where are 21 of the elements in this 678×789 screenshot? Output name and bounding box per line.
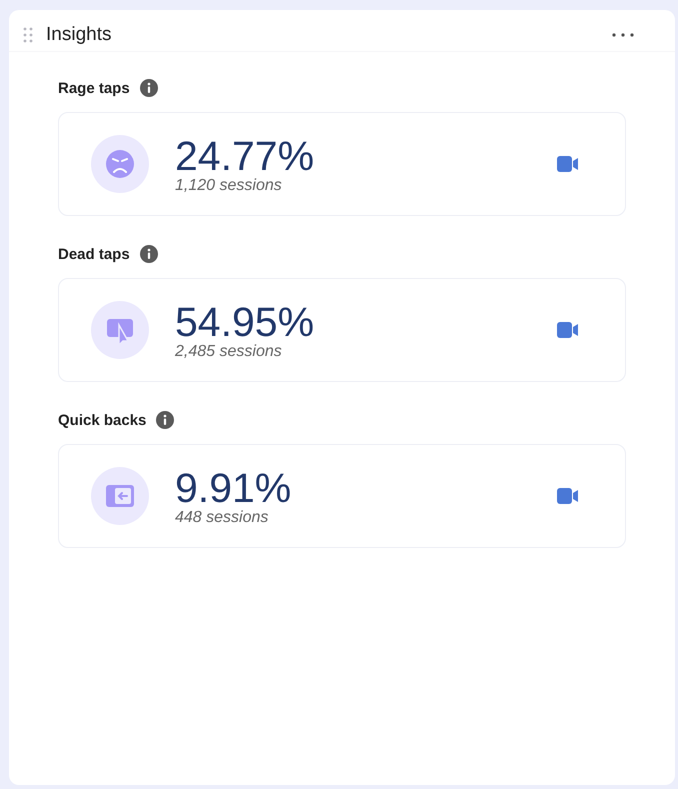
- session-count: 448 sessions: [175, 509, 270, 527]
- video-camera-icon[interactable]: [556, 155, 580, 173]
- metric-value: 24.77%: [175, 133, 316, 179]
- session-count: 1,120 sessions: [175, 177, 283, 195]
- pointer-message-icon: [91, 301, 149, 359]
- info-icon[interactable]: [140, 79, 158, 97]
- video-camera-icon[interactable]: [556, 487, 580, 505]
- session-count: 2,485 sessions: [175, 343, 283, 361]
- metric-label: Dead taps: [58, 246, 130, 262]
- metric-label: Rage taps: [58, 80, 130, 96]
- panel-title: Insights: [46, 24, 112, 46]
- more-options-icon[interactable]: [611, 32, 635, 38]
- info-icon[interactable]: [156, 411, 174, 429]
- back-panel-icon: [91, 467, 149, 525]
- metric-value: 54.95%: [175, 299, 316, 345]
- metric-label: Quick backs: [58, 412, 146, 428]
- info-icon[interactable]: [140, 245, 158, 263]
- drag-handle-icon[interactable]: [23, 26, 33, 42]
- metric-value: 9.91%: [175, 465, 292, 511]
- video-camera-icon[interactable]: [556, 321, 580, 339]
- sad-face-icon: [91, 135, 149, 193]
